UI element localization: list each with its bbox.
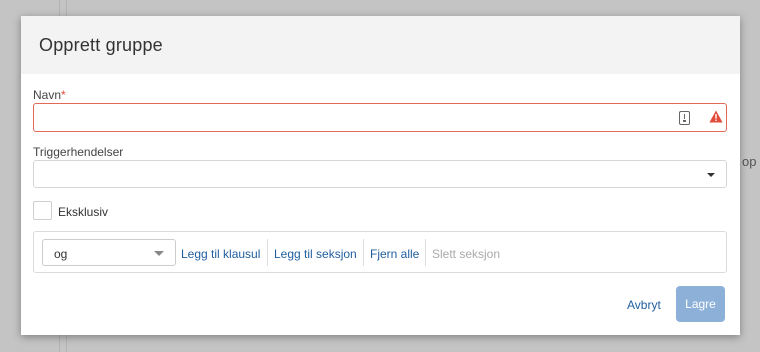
caret-down-icon xyxy=(707,173,715,177)
save-button[interactable]: Lagre xyxy=(676,286,725,322)
dialog-header: Opprett gruppe xyxy=(21,16,740,74)
cancel-button[interactable]: Avbryt xyxy=(627,298,661,312)
add-clause-link[interactable]: Legg til klausul xyxy=(181,247,260,261)
name-field xyxy=(33,103,727,132)
toolbar-separator xyxy=(363,239,364,266)
exclusive-checkbox-label: Eksklusiv xyxy=(58,205,109,219)
dialog-title: Opprett gruppe xyxy=(39,35,163,55)
operator-select[interactable]: og xyxy=(42,239,176,266)
add-section-link[interactable]: Legg til seksjon xyxy=(274,247,357,261)
operator-value: og xyxy=(54,247,68,261)
toolbar-separator xyxy=(267,239,268,266)
create-group-dialog: Opprett gruppe Navn* Triggerhendelser Ek… xyxy=(21,16,740,335)
warning-icon xyxy=(709,110,723,123)
name-input[interactable] xyxy=(34,104,664,131)
remove-all-link[interactable]: Fjern alle xyxy=(370,247,419,261)
required-marker: * xyxy=(61,88,66,102)
exclusive-checkbox[interactable] xyxy=(33,201,52,220)
trigger-events-select[interactable] xyxy=(33,160,727,188)
trigger-field-label: Triggerhendelser xyxy=(33,145,124,159)
caret-down-icon xyxy=(154,251,164,256)
toolbar-separator xyxy=(425,239,426,266)
password-manager-icon[interactable] xyxy=(679,111,690,125)
name-label-text: Navn xyxy=(33,88,62,102)
name-field-label: Navn* xyxy=(33,88,66,102)
delete-section-link[interactable]: Slett seksjon xyxy=(432,247,500,261)
background-partial-text: op xyxy=(742,154,757,169)
clause-toolbar: og Legg til klausul Legg til seksjon Fje… xyxy=(33,231,727,273)
